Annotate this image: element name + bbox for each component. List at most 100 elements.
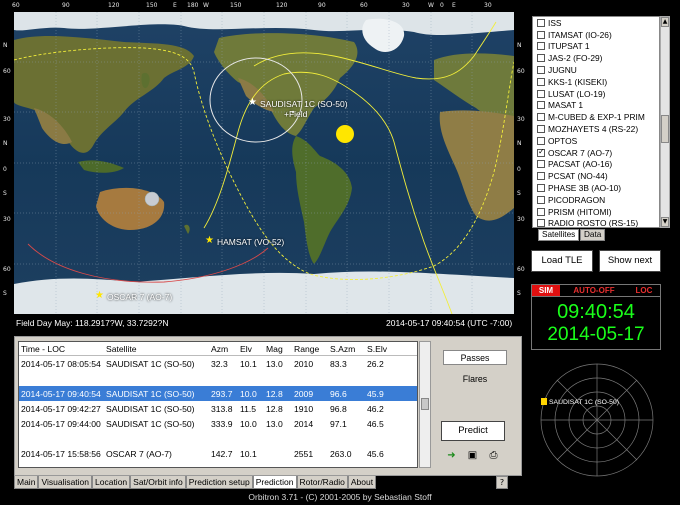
- table-row[interactable]: 2014-05-17 09:40:54 SAUDISAT 1C (SO-50) 29…: [19, 386, 417, 401]
- table-row[interactable]: 2014-05-17 08:05:54 SAUDISAT 1C (SO-50) 32…: [19, 356, 417, 371]
- column-header[interactable]: Time - LOC: [19, 344, 106, 354]
- world-map[interactable]: 60 90 120 150 E 180 W 150 120 90 60 30 W 0 E 30 N 60 30 N 0…: [0, 0, 528, 328]
- main-tab-prediction[interactable]: Prediction: [252, 476, 297, 489]
- top-tick-label: 90: [62, 2, 70, 9]
- auto-off-toggle[interactable]: AUTO-OFF: [560, 285, 628, 296]
- predict-button[interactable]: Predict: [441, 421, 505, 441]
- table-scroll-thumb[interactable]: [421, 398, 429, 410]
- sat-list-item[interactable]: RADIO ROSTO (RS-15): [533, 218, 659, 227]
- prediction-table[interactable]: Time - LOC Satellite Azm Elv Mag Range S.Azm S.…: [18, 341, 418, 468]
- table-row[interactable]: [19, 371, 417, 386]
- location-status: Field Day May: 118.2917?W, 33.7292?N: [16, 318, 169, 328]
- arrow-right-icon[interactable]: ➜: [445, 449, 458, 462]
- radar-display[interactable]: SAUDISAT 1C (SO-50): [532, 360, 662, 478]
- sat-checkbox[interactable]: [537, 18, 545, 27]
- sat-list-item[interactable]: ITUPSAT 1: [533, 41, 659, 53]
- sat-checkbox[interactable]: [537, 89, 545, 98]
- sat-checkbox[interactable]: [537, 125, 545, 134]
- tab-flares[interactable]: Flares: [443, 372, 507, 387]
- main-tab-rotor-radio[interactable]: Rotor/Radio: [296, 476, 348, 489]
- right-tick-label: 30: [517, 216, 525, 223]
- column-header[interactable]: Satellite: [106, 344, 211, 354]
- show-next-button[interactable]: Show next: [599, 250, 661, 272]
- sat-list-item[interactable]: PACSAT (AO-16): [533, 159, 659, 171]
- datetime-status: 2014-05-17 09:40:54 (UTC -7:00): [386, 318, 513, 328]
- sat-list-label: KKS-1 (KISEKI): [548, 76, 608, 87]
- sat-checkbox[interactable]: [537, 147, 545, 157]
- top-tick-label: E: [452, 2, 456, 9]
- satellite-list[interactable]: ISS ITAMSAT (IO-26) ITUPSAT 1 JAS-2 (FO-29)…: [532, 16, 660, 228]
- sat-checkbox[interactable]: [537, 77, 545, 86]
- sat-checkbox[interactable]: [537, 172, 545, 181]
- map-canvas[interactable]: [14, 12, 514, 314]
- column-header[interactable]: Mag: [266, 344, 294, 354]
- save-icon[interactable]: ▣: [466, 449, 479, 462]
- sat-checkbox[interactable]: [537, 195, 545, 204]
- sat-list-item[interactable]: OSCAR 7 (AO-7): [533, 147, 659, 159]
- sat-list-item[interactable]: KKS-1 (KISEKI): [533, 76, 659, 88]
- sat-list-item[interactable]: LUSAT (LO-19): [533, 88, 659, 100]
- table-row[interactable]: 2014-05-17 09:44:00 SAUDISAT 1C (SO-50) 33…: [19, 416, 417, 431]
- sat-list-item[interactable]: OPTOS: [533, 135, 659, 147]
- sat-checkbox[interactable]: [537, 219, 545, 227]
- load-tle-button[interactable]: Load TLE: [531, 250, 593, 272]
- ao7-star-icon[interactable]: ★: [95, 291, 104, 301]
- sat-list-label: PICODRAGON: [548, 194, 606, 205]
- column-header[interactable]: S.Azm: [330, 344, 367, 354]
- table-scrollbar[interactable]: [419, 341, 431, 468]
- tab-passes[interactable]: Passes: [443, 350, 507, 365]
- help-icon[interactable]: ?: [496, 476, 508, 489]
- main-tab-main[interactable]: Main: [14, 476, 39, 489]
- main-tab-sat-orbit-info[interactable]: Sat/Orbit info: [130, 476, 186, 489]
- tab-data[interactable]: Data: [580, 229, 606, 241]
- sat-checkbox[interactable]: [537, 207, 545, 216]
- column-header[interactable]: S.Elv: [367, 344, 407, 354]
- sat-list-item[interactable]: JAS-2 (FO-29): [533, 52, 659, 64]
- table-cell: 46.2: [367, 403, 384, 414]
- sat-checkbox[interactable]: [537, 42, 545, 51]
- sim-toggle[interactable]: SIM: [532, 285, 560, 296]
- sat-list-item[interactable]: JUGNU: [533, 64, 659, 76]
- sat-checkbox[interactable]: [537, 66, 545, 75]
- sat-list-item[interactable]: ITAMSAT (IO-26): [533, 29, 659, 41]
- table-cell: SAUDISAT 1C (SO-50): [106, 358, 195, 369]
- table-row[interactable]: 2014-05-17 09:42:27 SAUDISAT 1C (SO-50) 31…: [19, 401, 417, 416]
- sat-list-item[interactable]: ISS: [533, 17, 659, 29]
- scroll-thumb[interactable]: [661, 115, 669, 143]
- main-tab-prediction-setup[interactable]: Prediction setup: [185, 476, 253, 489]
- sat-list-item[interactable]: PRISM (HITOMI): [533, 206, 659, 218]
- sat-list-item[interactable]: PCSAT (NO-44): [533, 170, 659, 182]
- sat-list-item[interactable]: PHASE 3B (AO-10): [533, 182, 659, 194]
- sat-list-item[interactable]: MASAT 1: [533, 100, 659, 112]
- table-row[interactable]: [19, 431, 417, 446]
- so50-star-icon[interactable]: ★: [248, 98, 257, 108]
- table-cell: 10.1: [240, 358, 257, 369]
- print-icon[interactable]: ⎙: [487, 449, 500, 462]
- sat-checkbox[interactable]: [537, 184, 545, 193]
- tab-satellites[interactable]: Satellites: [538, 229, 580, 241]
- column-header[interactable]: Azm: [211, 344, 240, 354]
- column-header[interactable]: Elv: [240, 344, 266, 354]
- main-tab-about[interactable]: About: [347, 476, 377, 489]
- sat-list-item[interactable]: MOZHAYETS 4 (RS-22): [533, 123, 659, 135]
- table-row[interactable]: 2014-05-17 15:58:56 OSCAR 7 (AO-7) 142.7 10…: [19, 446, 417, 461]
- sat-list-item[interactable]: M-CUBED & EXP-1 PRIM: [533, 111, 659, 123]
- top-tick-label: 60: [360, 2, 368, 9]
- sat-checkbox[interactable]: [537, 113, 545, 122]
- sat-list-item[interactable]: PICODRAGON: [533, 194, 659, 206]
- main-tab-location[interactable]: Location: [92, 476, 131, 489]
- scroll-down-icon[interactable]: ▼: [661, 217, 669, 227]
- sat-checkbox[interactable]: [537, 54, 545, 63]
- sat-checkbox[interactable]: [537, 30, 545, 39]
- scroll-up-icon[interactable]: ▲: [661, 17, 669, 27]
- hamsat-star-icon[interactable]: ★: [205, 236, 214, 246]
- main-tab-visualisation[interactable]: Visualisation: [38, 476, 93, 489]
- sat-checkbox[interactable]: [537, 136, 545, 145]
- sat-checkbox[interactable]: [537, 160, 545, 169]
- sat-checkbox[interactable]: [537, 101, 545, 110]
- left-tick-label: 0: [3, 166, 7, 173]
- satellite-list-scrollbar[interactable]: ▲ ▼: [660, 16, 670, 228]
- loc-toggle[interactable]: LOC: [628, 285, 660, 296]
- table-body[interactable]: 2014-05-17 08:05:54 SAUDISAT 1C (SO-50) 32…: [19, 356, 417, 461]
- column-header[interactable]: Range: [294, 344, 330, 354]
